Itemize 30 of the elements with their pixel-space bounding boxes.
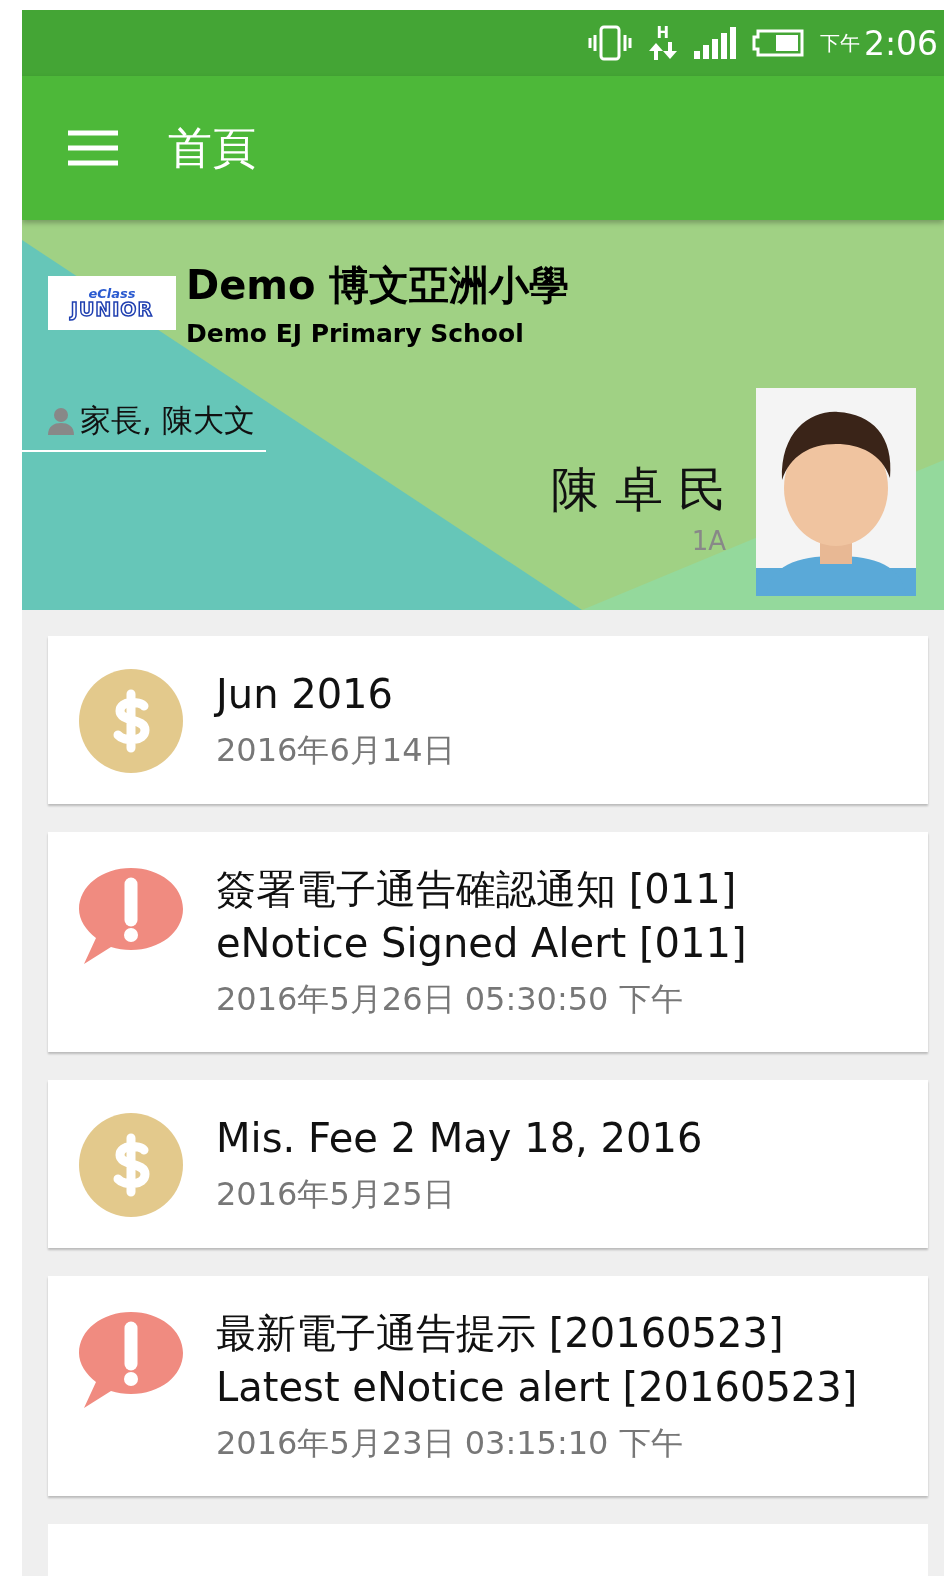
feed-card[interactable]: 最新電子通告提示 [20160523] Latest eNotice alert [20160523] 2016年5月23日 03:15:10 下午 bbox=[48, 1276, 928, 1496]
dollar-icon bbox=[78, 1112, 184, 1218]
feed-title: 最新電子通告提示 [20160523] bbox=[216, 1309, 785, 1358]
feed-card[interactable]: 簽署電子通告確認通知 [011] eNotice Signed Alert [011] 2016年5月26日 05:30:50 下午 bbox=[48, 832, 928, 1052]
vibrate-icon bbox=[587, 25, 632, 61]
person-icon bbox=[48, 407, 74, 435]
feed-title: Mis. Fee 2 May 18, 2016 bbox=[216, 1114, 703, 1163]
time-period: 下午 bbox=[819, 29, 860, 57]
feed-date: 2016年5月26日 05:30:50 下午 bbox=[216, 979, 684, 1020]
feed-date: 2016年5月25日 bbox=[216, 1174, 456, 1215]
school-name-english: Demo EJ Primary School bbox=[186, 319, 525, 348]
signal-icon bbox=[693, 27, 736, 59]
feed-date: 2016年5月23日 03:15:10 下午 bbox=[216, 1423, 684, 1464]
student-class: 1A bbox=[691, 526, 726, 556]
battery-icon bbox=[751, 29, 804, 57]
feed-card[interactable]: Mis. Fee 2 May 18, 2016 2016年5月25日 bbox=[48, 1080, 928, 1248]
feed-date: 2016年6月14日 bbox=[216, 730, 455, 771]
menu-icon[interactable] bbox=[68, 130, 118, 166]
feed-title: Latest eNotice alert [20160523] bbox=[216, 1363, 858, 1412]
school-name: Demo 博文亞洲小學 bbox=[186, 261, 570, 310]
feed-title: eNotice Signed Alert [011] bbox=[216, 919, 747, 968]
student-name: 陳 卓 民 bbox=[551, 460, 726, 519]
page-title: 首頁 bbox=[168, 120, 256, 175]
feed-title: 簽署電子通告確認通知 [011] bbox=[216, 865, 738, 914]
dollar-icon bbox=[78, 668, 184, 774]
school-logo: eClass JUNIOR bbox=[48, 276, 176, 330]
status-time: 2:06 bbox=[863, 23, 938, 63]
feed-card[interactable]: Jun 2016 2016年6月14日 bbox=[48, 636, 928, 804]
feed-title: Jun 2016 bbox=[216, 670, 394, 719]
user-label[interactable]: 家長, 陳大文 bbox=[80, 400, 255, 442]
